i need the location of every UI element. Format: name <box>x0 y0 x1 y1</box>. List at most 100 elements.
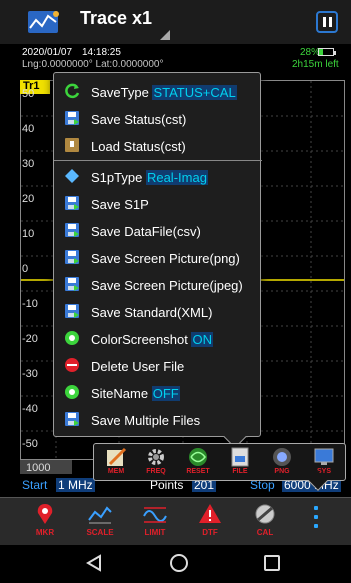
file-popup-menu: SaveType STATUS+CAL Save Status(cst) Load … <box>53 72 262 437</box>
more-menu-button[interactable] <box>306 501 326 541</box>
scale-chart-icon <box>88 506 112 524</box>
delete-icon <box>64 357 80 373</box>
y-tick-label: -40 <box>22 403 38 415</box>
scale-button[interactable]: SCALE <box>75 502 125 542</box>
menu-item-s1ptype[interactable]: S1pType Real-Imag <box>54 164 262 191</box>
calibration-icon <box>255 504 275 524</box>
menu-item-save-standard[interactable]: Save Standard(XML) <box>54 299 262 326</box>
cal-label: CAL <box>256 528 274 537</box>
mem-button[interactable]: MEM <box>98 446 134 480</box>
cal-button[interactable]: CAL <box>240 502 290 542</box>
app-logo-icon <box>28 11 59 33</box>
png-button[interactable]: PNG <box>264 446 300 480</box>
status-date: 2020/01/07 <box>22 47 73 58</box>
radio-on-icon <box>64 384 80 400</box>
scale-label: SCALE <box>86 528 114 537</box>
menu-item-save-datafile[interactable]: Save DataFile(csv) <box>54 218 262 245</box>
menu-item-label: Load Status(cst) <box>91 139 186 154</box>
menu-item-delete-user-file[interactable]: Delete User File <box>54 353 262 380</box>
status-time: 14:18:25 <box>82 47 121 58</box>
menu-item-savetype[interactable]: SaveType STATUS+CAL <box>54 79 262 106</box>
menu-separator <box>54 160 262 161</box>
recent-apps-icon[interactable] <box>264 555 280 571</box>
start-value[interactable]: 1 MHz <box>56 478 95 492</box>
y-tick-label: 40 <box>22 123 35 135</box>
menu-item-value: STATUS+CAL <box>152 85 237 100</box>
menu-item-value: ON <box>191 332 213 347</box>
battery-percent: 28% <box>300 47 321 58</box>
menu-item-label: SaveType STATUS+CAL <box>91 85 237 100</box>
bottom-toolbar: MKR SCALE LIMIT DTF CAL <box>0 497 351 545</box>
mkr-button[interactable]: MKR <box>20 502 70 542</box>
diamond-icon <box>64 168 80 184</box>
home-icon[interactable] <box>170 554 188 572</box>
y-tick-label: 30 <box>22 158 35 170</box>
menu-item-load-status[interactable]: Load Status(cst) <box>54 133 262 160</box>
freq-label-sb: FREQ <box>146 468 166 475</box>
warning-triangle-icon <box>199 504 221 523</box>
menu-item-save-status[interactable]: Save Status(cst) <box>54 106 262 133</box>
png-label: PNG <box>274 468 290 475</box>
menu-item-label: Save S1P <box>91 197 149 212</box>
mem-label: MEM <box>107 468 125 475</box>
y-tick-label: 20 <box>22 193 35 205</box>
dtf-button[interactable]: DTF <box>185 502 235 542</box>
file-button[interactable]: FILE <box>222 446 258 480</box>
save-icon <box>64 276 80 292</box>
menu-item-label: Save Multiple Files <box>91 413 201 428</box>
save-icon <box>64 411 80 427</box>
menu-item-label: Save Status(cst) <box>91 112 187 127</box>
y-tick-label: -50 <box>22 438 38 450</box>
gps-coords: Lng:0.0000000° Lat:0.0000000° <box>22 59 164 70</box>
freq-label: 1000 <box>26 462 51 474</box>
sys-button[interactable]: SYS <box>306 446 342 480</box>
battery-icon <box>318 48 336 56</box>
y-tick-label: 50 <box>22 88 35 100</box>
freq-button[interactable]: FREQ <box>138 446 174 480</box>
memo-pencil-icon <box>107 447 127 466</box>
menu-item-label: ColorScreenshot ON <box>91 332 213 347</box>
save-icon <box>64 195 80 211</box>
save-icon <box>64 249 80 265</box>
save-icon <box>64 303 80 319</box>
load-icon <box>64 137 80 153</box>
mkr-label: MKR <box>35 528 55 537</box>
radio-on-icon <box>64 330 80 346</box>
marker-pin-icon <box>37 504 53 524</box>
limit-button[interactable]: LIMIT <box>130 502 180 542</box>
y-tick-label: -30 <box>22 368 38 380</box>
menu-item-save-s1p[interactable]: Save S1P <box>54 191 262 218</box>
menu-item-colorscreenshot[interactable]: ColorScreenshot ON <box>54 326 262 353</box>
trace-title[interactable]: Trace x1 <box>80 8 152 29</box>
top-bar: Trace x1 <box>0 0 351 44</box>
file-label: FILE <box>232 468 248 475</box>
y-tick-label: 0 <box>22 263 29 275</box>
menu-item-sitename[interactable]: SiteName OFF <box>54 380 262 407</box>
dtf-label: DTF <box>202 528 218 537</box>
menu-item-save-jpeg[interactable]: Save Screen Picture(jpeg) <box>54 272 262 299</box>
menu-item-label: Delete User File <box>91 359 185 374</box>
menu-item-label: Save Screen Picture(jpeg) <box>91 278 243 293</box>
file-sub-toolbar: MEM FREQ RESET FILE PNG SYS <box>93 443 346 481</box>
y-tick-label: 10 <box>22 228 35 240</box>
file-folder-icon <box>231 447 249 467</box>
android-nav-bar <box>0 545 351 583</box>
pause-button[interactable] <box>316 11 338 33</box>
reset-globe-icon <box>189 448 207 466</box>
menu-item-save-png[interactable]: Save Screen Picture(png) <box>54 245 262 272</box>
system-monitor-icon <box>314 448 334 465</box>
reset-label: RESET <box>186 468 210 475</box>
save-icon <box>64 222 80 238</box>
limit-label: LIMIT <box>144 528 166 537</box>
dropdown-corner-icon <box>160 30 170 40</box>
menu-item-label: S1pType Real-Imag <box>91 170 208 185</box>
menu-item-label: SiteName OFF <box>91 386 180 401</box>
back-icon[interactable] <box>85 554 103 572</box>
menu-item-label: Save Standard(XML) <box>91 305 213 320</box>
gear-icon <box>148 449 164 465</box>
reset-button[interactable]: RESET <box>180 446 216 480</box>
menu-item-value: Real-Imag <box>145 170 208 185</box>
y-tick-label: -10 <box>22 298 38 310</box>
save-icon <box>64 110 80 126</box>
battery-time-left: 2h15m left <box>292 59 339 70</box>
